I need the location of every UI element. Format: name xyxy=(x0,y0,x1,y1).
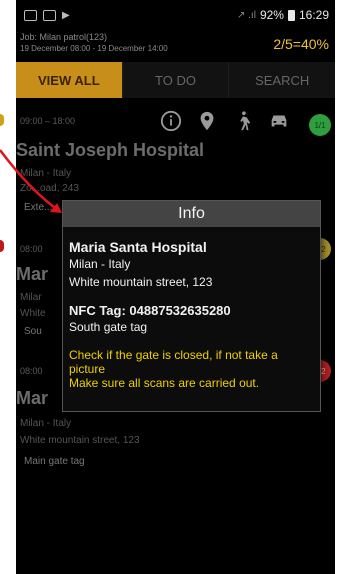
annotation-arrow-icon xyxy=(0,149,62,213)
